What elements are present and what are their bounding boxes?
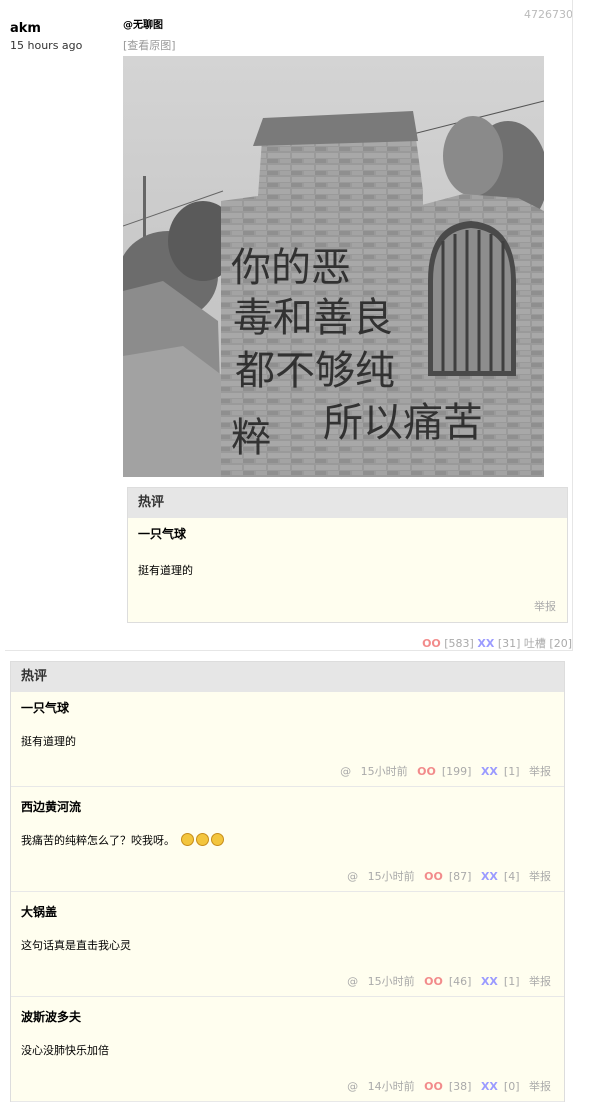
list-item: 一只气球 挺有道理的 @ 15小时前 OO [199] XX [1] 举报 (11, 692, 564, 787)
comment-meta: @ 15小时前 OO [87] XX [4] 举报 (341, 868, 551, 884)
oo-vote-button[interactable]: OO (424, 1080, 443, 1093)
graffiti-line-2: 毒和善良 (233, 295, 393, 341)
reply-at-button[interactable]: @ (347, 870, 358, 883)
oo-count: [583] (444, 637, 474, 650)
hot-comment-box: 热评 一只气球 挺有道理的 举报 (127, 487, 568, 623)
report-link[interactable]: 举报 (529, 1080, 551, 1093)
comment-time: 14小时前 (367, 1080, 415, 1093)
frown-emoji-icon (210, 833, 224, 846)
oo-vote-button[interactable]: OO (422, 637, 441, 650)
view-original-link[interactable]: [查看原图] (123, 37, 572, 53)
comment-time: 15小时前 (360, 765, 408, 778)
oo-vote-button[interactable]: OO (424, 870, 443, 883)
xx-vote-button[interactable]: XX (481, 765, 498, 778)
report-link[interactable]: 举报 (529, 765, 551, 778)
graffiti-line-5: 所以痛苦 (323, 400, 483, 446)
list-item: 波斯波多夫 没心没肺快乐加倍 @ 14小时前 OO [38] XX [0] 举报 (11, 997, 564, 1102)
comment-time: 15小时前 (367, 975, 415, 988)
section-divider (5, 650, 573, 651)
oo-count: [38] (448, 1080, 472, 1093)
report-link[interactable]: 举报 (529, 870, 551, 883)
comment-author[interactable]: 波斯波多夫 (21, 1008, 81, 1025)
xx-vote-button[interactable]: XX (481, 870, 498, 883)
comment-text: 挺有道理的 (21, 735, 76, 748)
report-link[interactable]: 举报 (529, 975, 551, 988)
oo-vote-button[interactable]: OO (424, 975, 443, 988)
comment-meta: @ 15小时前 OO [199] XX [1] 举报 (334, 763, 551, 779)
frown-emoji-icon (180, 833, 194, 846)
comment-author[interactable]: 西边黄河流 (21, 798, 81, 815)
graffiti-line-3: 都不够纯 (235, 348, 395, 394)
comment-meta: @ 15小时前 OO [46] XX [1] 举报 (341, 973, 551, 989)
xx-vote-button[interactable]: XX (481, 975, 498, 988)
comment-text: 我痛苦的纯粹怎么了？咬我呀。 (21, 834, 175, 847)
post-stats: OO [583] XX [31] 吐槽 [20] (422, 635, 572, 651)
comment-text: 没心没肺快乐加倍 (21, 1044, 109, 1057)
frown-emoji-icon (195, 833, 209, 846)
comment-time: 15小时前 (367, 870, 415, 883)
reply-at-button[interactable]: @ (347, 975, 358, 988)
xx-vote-button[interactable]: XX (477, 637, 494, 650)
hot-comment-author[interactable]: 一只气球 (138, 525, 567, 542)
reply-at-button[interactable]: @ (340, 765, 351, 778)
comment-text-wrap: 我痛苦的纯粹怎么了？咬我呀。 (21, 832, 224, 848)
oo-vote-button[interactable]: OO (417, 765, 436, 778)
mention-tag[interactable]: @无聊图 (123, 16, 572, 31)
hot-comments-section: 热评 一只气球 挺有道理的 @ 15小时前 OO [199] XX [1] 举报 西… (10, 661, 565, 1102)
hot-comments-title: 热评 (11, 662, 564, 692)
tucao-link[interactable]: 吐槽 [20] (524, 637, 572, 650)
graffiti-wall-photo[interactable]: 你的恶 毒和善良 都不够纯 粹 所以痛苦 (123, 56, 544, 477)
list-item: 大锅盖 这句话真是直击我心灵 @ 15小时前 OO [46] XX [1] 举报 (11, 892, 564, 997)
author-block: akm 15 hours ago (10, 21, 82, 52)
post-content: @无聊图 [查看原图] 你的恶 毒和善良 都不够纯 粹 所以痛苦 (123, 16, 572, 477)
xx-count: [0] (503, 1080, 520, 1093)
oo-count: [199] (441, 765, 472, 778)
list-item: 西边黄河流 我痛苦的纯粹怎么了？咬我呀。 @ 15小时前 OO [87] XX [4… (11, 787, 564, 892)
post-time: 15 hours ago (10, 39, 83, 52)
xx-count: [31] (497, 637, 521, 650)
report-link[interactable]: 举报 (534, 598, 556, 614)
xx-count: [4] (503, 870, 520, 883)
post-divider-vertical (572, 0, 573, 650)
xx-vote-button[interactable]: XX (481, 1080, 498, 1093)
comment-text: 这句话真是直击我心灵 (21, 939, 131, 952)
author-name[interactable]: akm (10, 21, 82, 36)
graffiti-line-1: 你的恶 (231, 245, 351, 291)
hot-comment-text: 挺有道理的 (138, 564, 193, 577)
xx-count: [1] (503, 975, 520, 988)
comment-author[interactable]: 一只气球 (21, 699, 69, 716)
graffiti-line-4: 粹 (231, 415, 271, 461)
oo-count: [46] (448, 975, 472, 988)
comment-author[interactable]: 大锅盖 (21, 903, 57, 920)
hot-comment-title: 热评 (128, 488, 567, 518)
comment-meta: @ 14小时前 OO [38] XX [0] 举报 (341, 1078, 551, 1094)
oo-count: [87] (448, 870, 472, 883)
xx-count: [1] (503, 765, 520, 778)
reply-at-button[interactable]: @ (347, 1080, 358, 1093)
